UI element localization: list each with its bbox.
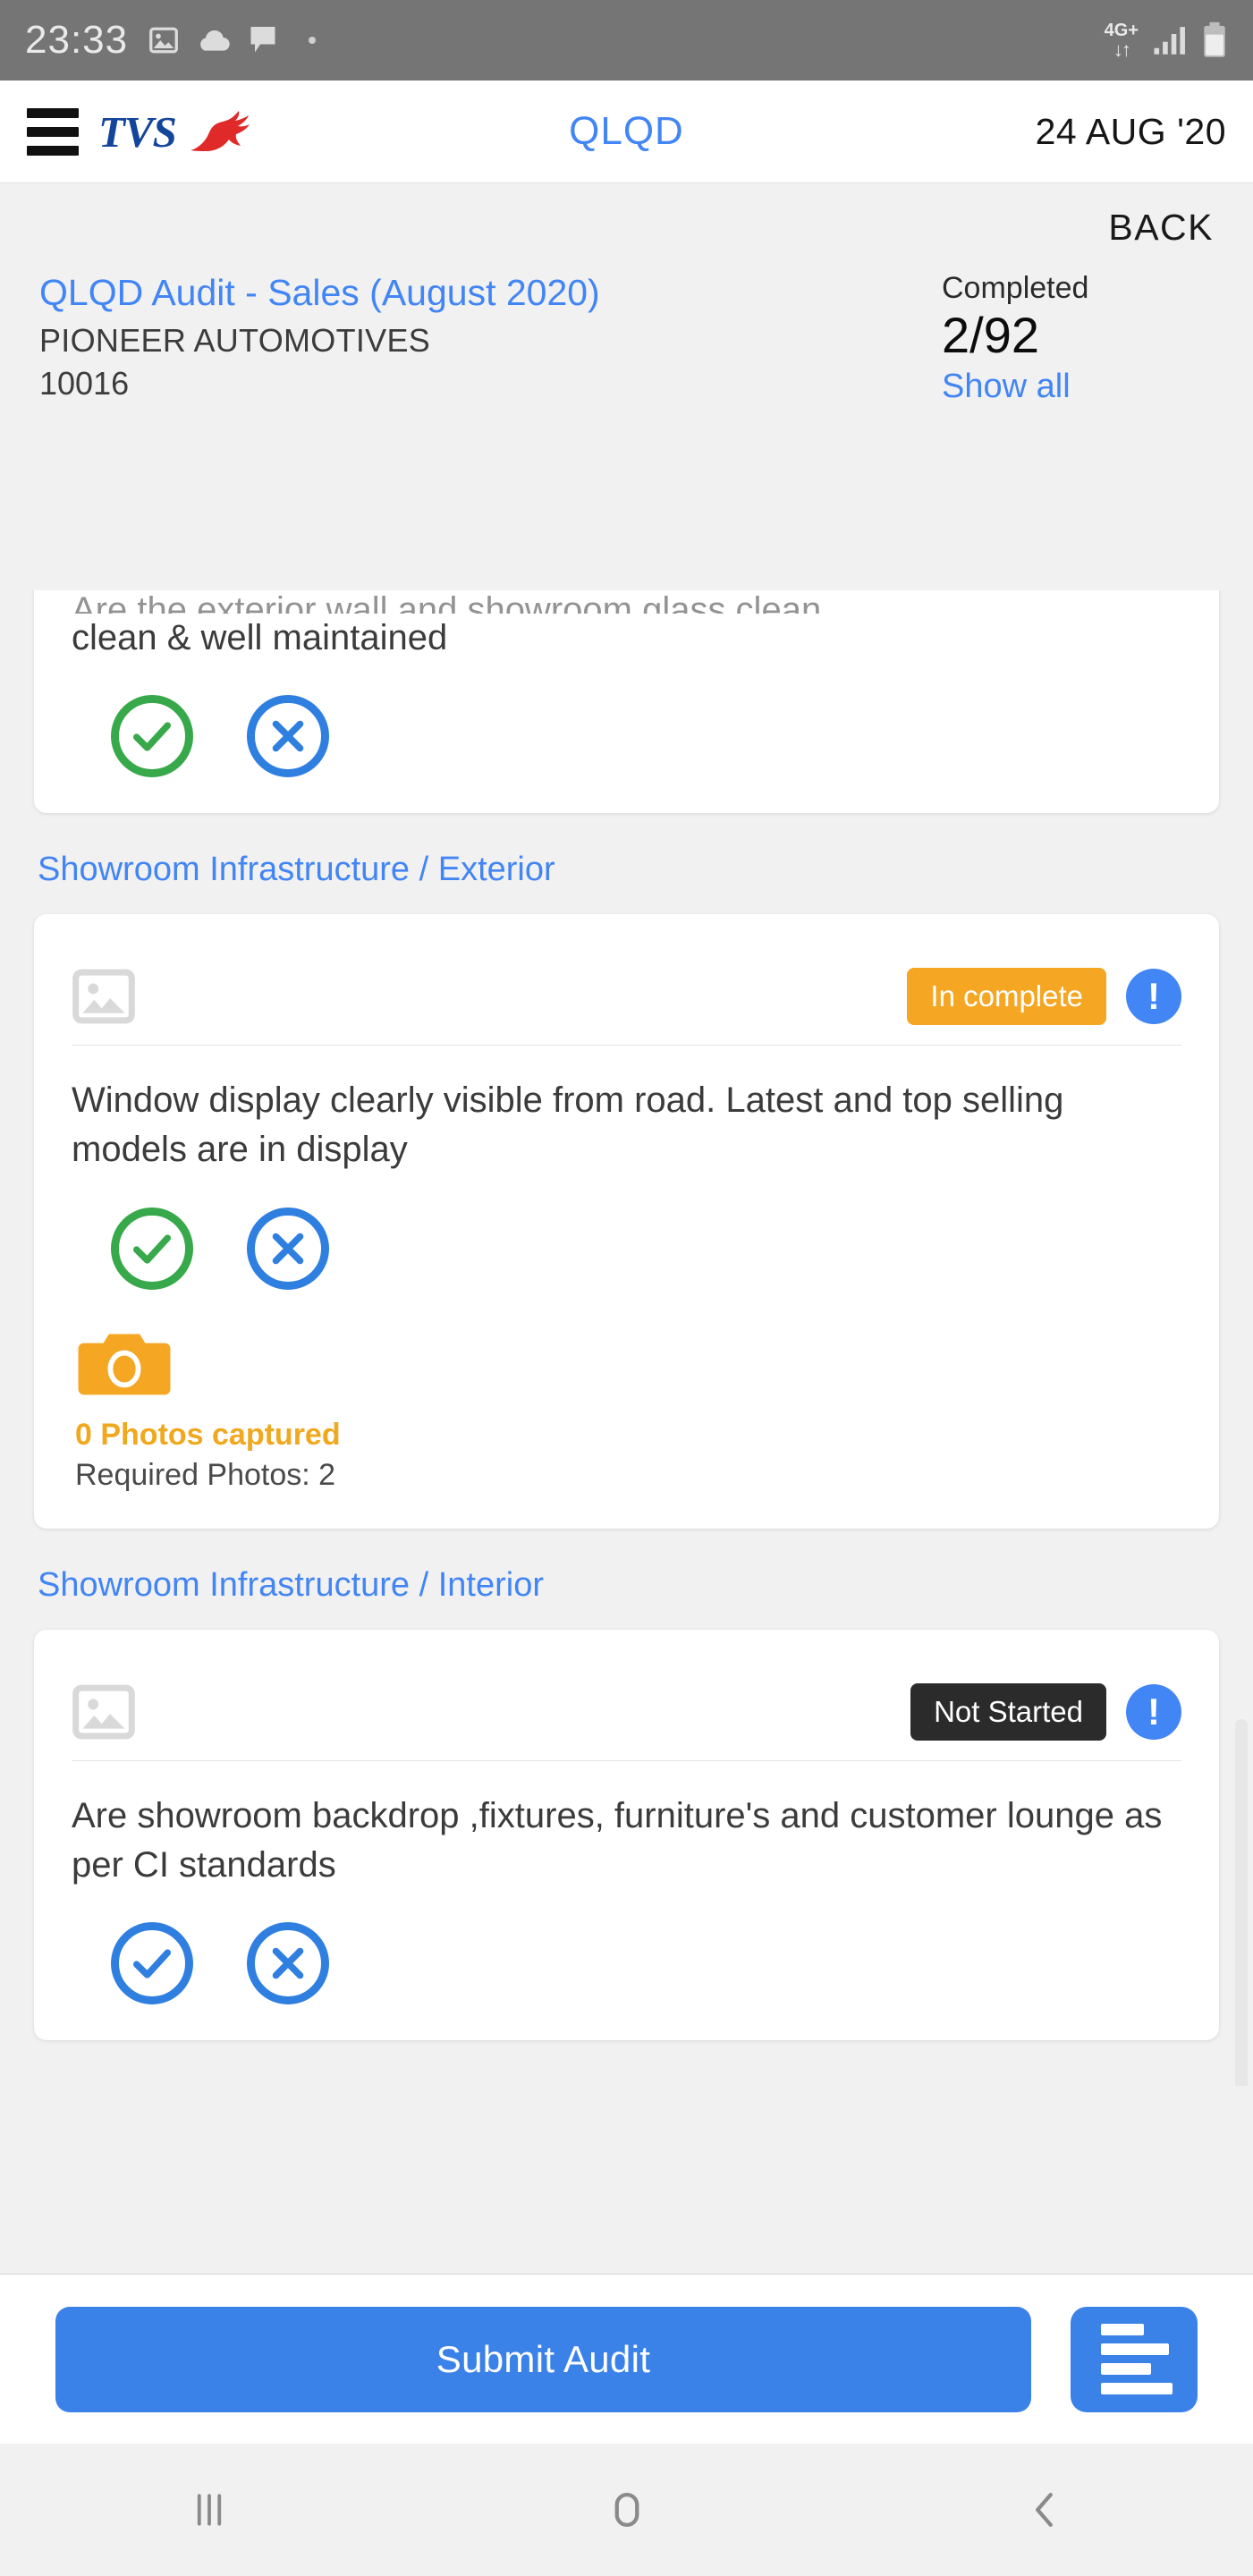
- camera-icon[interactable]: [75, 1329, 174, 1399]
- photo-capture-block: 0 Photos captured Required Photos: 2: [72, 1329, 1181, 1493]
- answer-options: [72, 695, 1181, 778]
- check-icon: [132, 1233, 172, 1264]
- cross-icon: [272, 720, 304, 752]
- completed-label: Completed: [942, 271, 1089, 305]
- completed-count: 2/92: [942, 307, 1039, 363]
- question-text-clipped: Are the exterior wall and showroom glass…: [72, 590, 832, 614]
- check-icon: [132, 722, 172, 751]
- answer-no-button[interactable]: [247, 1921, 329, 2004]
- app-bar: TVS QLQD 24 AUG '20: [0, 80, 1253, 183]
- back-button[interactable]: [835, 2486, 1253, 2534]
- back-row: BACK: [39, 183, 1214, 271]
- info-exclamation-icon[interactable]: !: [1126, 969, 1181, 1025]
- dealer-name: PIONEER AUTOMOTIVES: [39, 322, 431, 360]
- answer-options: [72, 1207, 1181, 1290]
- tvs-brand-logo: TVS: [98, 106, 282, 157]
- card-divider: [72, 1045, 1181, 1046]
- card-top-row: Not Started !: [72, 1660, 1181, 1760]
- dealer-code: 10016: [39, 365, 130, 402]
- brand-wordmark: TVS: [98, 106, 177, 157]
- notes-list-icon[interactable]: [1071, 2306, 1198, 2412]
- message-icon: [250, 27, 275, 53]
- image-icon: [149, 27, 179, 54]
- question-text: clean & well maintained: [72, 618, 448, 657]
- audit-header: BACK QLQD Audit - Sales (August 2020) PI…: [0, 183, 1253, 429]
- card-status-group: In complete !: [907, 968, 1181, 1026]
- submit-audit-button[interactable]: Submit Audit: [55, 2306, 1031, 2412]
- card-divider: [72, 1759, 1181, 1761]
- answer-options: [72, 1921, 1181, 2004]
- status-bar-clock: 23:33: [25, 18, 129, 62]
- back-button[interactable]: BACK: [1108, 207, 1214, 249]
- info-exclamation-icon[interactable]: !: [1126, 1683, 1181, 1740]
- android-nav-bar: [0, 2444, 1253, 2576]
- photos-required-count: Required Photos: 2: [75, 1457, 336, 1492]
- answer-no-button[interactable]: [247, 1207, 329, 1290]
- question-card[interactable]: In complete ! Window display clearly vis…: [34, 914, 1219, 1529]
- tvs-horse-logo-icon: [190, 111, 250, 151]
- answer-yes-button[interactable]: [111, 1921, 193, 2004]
- status-badge: In complete: [907, 968, 1106, 1026]
- cross-icon: [272, 1947, 304, 1979]
- status-bar-system-icons: 4G+ ↓↑: [1105, 21, 1228, 60]
- section-header-exterior: Showroom Infrastructure / Exterior: [38, 851, 555, 889]
- home-button[interactable]: [418, 2486, 835, 2534]
- phone-screen: 23:33 4G+ ↓↑ TVS QLQD 24 AUG '20 BACK QL…: [0, 0, 1253, 2576]
- cross-icon: [272, 1233, 304, 1264]
- audit-title[interactable]: QLQD Audit - Sales (August 2020): [39, 271, 927, 314]
- question-card[interactable]: Are the exterior wall and showroom glass…: [34, 590, 1219, 814]
- question-list: Are the exterior wall and showroom glass…: [0, 590, 1253, 2076]
- status-bar-notification-icons: [148, 24, 317, 56]
- cloud-icon: [200, 30, 230, 51]
- scrollbar-thumb[interactable]: [1235, 1719, 1248, 2086]
- answer-yes-button[interactable]: [111, 1207, 193, 1290]
- hamburger-menu-icon[interactable]: [27, 107, 79, 156]
- recents-button[interactable]: [0, 2486, 418, 2534]
- audit-info: QLQD Audit - Sales (August 2020) PIONEER…: [39, 271, 927, 402]
- card-status-group: Not Started !: [910, 1682, 1181, 1741]
- dot-icon: [309, 37, 317, 44]
- signal-bars-icon: [1154, 27, 1185, 55]
- show-all-link[interactable]: Show all: [942, 368, 1214, 406]
- battery-icon: [1204, 21, 1225, 57]
- question-text: Are showroom backdrop ,fixtures, furnitu…: [72, 1795, 1163, 1885]
- recents-icon: [197, 2494, 221, 2526]
- question-list-scroll-area[interactable]: Are the exterior wall and showroom glass…: [0, 590, 1253, 2086]
- home-icon: [614, 2492, 639, 2528]
- audit-summary: QLQD Audit - Sales (August 2020) PIONEER…: [39, 271, 1214, 429]
- image-placeholder-icon: [72, 969, 135, 1024]
- card-top-row: In complete !: [72, 945, 1181, 1045]
- audit-date: 24 AUG '20: [1035, 110, 1226, 152]
- answer-yes-button[interactable]: [111, 695, 193, 778]
- status-bar: 23:33 4G+ ↓↑: [0, 0, 1253, 80]
- status-badge: Not Started: [910, 1682, 1106, 1741]
- back-chevron-icon: [1035, 2492, 1053, 2528]
- completion-summary: Completed 2/92 Show all: [927, 271, 1214, 406]
- question-text: Window display clearly visible from road…: [72, 1080, 1064, 1170]
- data-transfer-arrows-icon: ↓↑: [1113, 38, 1131, 61]
- photos-captured-count: 0 Photos captured: [75, 1417, 341, 1452]
- question-card[interactable]: Not Started ! Are showroom backdrop ,fix…: [34, 1629, 1219, 2040]
- network-type-indicator: 4G+ ↓↑: [1104, 20, 1139, 61]
- check-icon: [132, 1949, 172, 1979]
- image-placeholder-icon: [72, 1684, 135, 1739]
- bottom-action-bar: Submit Audit: [0, 2274, 1253, 2444]
- section-header-interior: Showroom Infrastructure / Interior: [38, 1565, 544, 1604]
- answer-no-button[interactable]: [247, 695, 329, 778]
